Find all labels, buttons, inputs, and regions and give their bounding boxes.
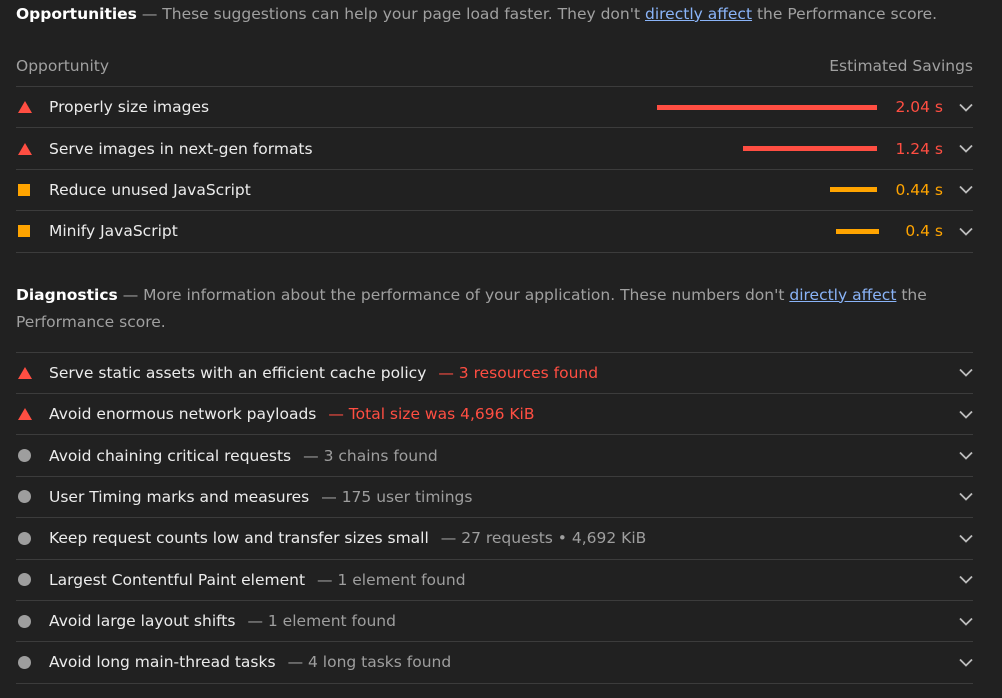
opportunities-list: Properly size images 2.04 s Serve images i… [16,87,973,253]
warning-triangle-icon [16,142,49,155]
opportunity-savings-group: 0.44 s [830,181,973,199]
lighthouse-performance-panel: Opportunities — These suggestions can he… [16,0,973,684]
orange-square-icon [16,183,49,196]
diagnostic-detail: — Total size was 4,696 KiB [328,405,535,424]
diagnostic-detail: — 27 requests • 4,692 KiB [440,529,647,548]
diagnostics-title: Diagnostics [16,285,118,304]
opportunities-section: Opportunities — These suggestions can he… [16,0,973,253]
diagnostic-expand-group [943,575,973,584]
diagnostic-label: Avoid enormous network payloads [49,405,317,424]
opportunities-table-header: Opportunity Estimated Savings [16,48,973,87]
chevron-down-icon[interactable] [943,144,973,153]
chevron-down-icon[interactable] [943,185,973,195]
diagnostic-row[interactable]: Serve static assets with an efficient ca… [16,353,973,394]
diagnostic-label: Avoid large layout shifts [49,612,236,631]
chevron-down-icon[interactable] [943,575,973,584]
chevron-down-icon[interactable] [943,534,973,543]
diagnostic-label: Avoid chaining critical requests [49,446,292,465]
diagnostic-detail: — 3 chains found [303,446,438,465]
diagnostic-row[interactable]: Avoid long main-thread tasks — 4 long tas… [16,642,973,684]
opportunity-row[interactable]: Serve images in next-gen formats 1.24 s [16,128,973,170]
gray-circle-icon [16,573,49,587]
diagnostics-section: Diagnostics — More information about the… [16,282,973,684]
opportunities-desc-tail: the Performance score. [752,5,938,23]
opportunity-row[interactable]: Minify JavaScript 0.4 s [16,211,973,253]
savings-value: 2.04 s [895,98,943,117]
opportunity-label: Minify JavaScript [49,222,178,241]
diagnostic-detail: — 1 element found [317,570,466,589]
opportunity-label: Reduce unused JavaScript [49,180,251,199]
diagnostic-expand-group [943,410,973,419]
savings-bar [657,104,878,110]
opportunities-description: Opportunities — These suggestions can he… [16,0,973,28]
diagnostic-expand-group [943,658,973,667]
savings-value: 0.4 s [905,222,943,241]
warning-triangle-icon [16,408,49,421]
gray-circle-icon [16,614,49,628]
chevron-down-icon[interactable] [943,410,973,419]
savings-value: 0.44 s [895,180,943,199]
opportunity-savings-group: 1.24 s [743,140,973,158]
warning-triangle-icon [16,101,49,114]
diagnostic-expand-group [943,617,973,626]
orange-square-icon [16,225,49,238]
diagnostic-row[interactable]: User Timing marks and measures — 175 user… [16,477,973,519]
chevron-down-icon[interactable] [943,451,973,460]
chevron-down-icon[interactable] [943,103,973,112]
diagnostic-expand-group [943,492,973,502]
diagnostic-detail: — 1 element found [247,612,396,631]
chevron-down-icon[interactable] [943,617,973,626]
diagnostic-expand-group [943,534,973,543]
opportunity-label: Serve images in next-gen formats [49,139,313,158]
diagnostics-description: Diagnostics — More information about the… [16,282,973,353]
chevron-down-icon[interactable] [943,658,973,667]
savings-bar [743,146,878,152]
diagnostic-label: User Timing marks and measures [49,487,310,506]
gray-circle-icon [16,490,49,504]
chevron-down-icon[interactable] [943,368,973,378]
opportunity-column-header: Opportunity [16,56,110,75]
opportunity-savings-group: 2.04 s [657,98,973,116]
diagnostic-detail: — 4 long tasks found [287,653,452,672]
warning-triangle-icon [16,366,49,379]
chevron-down-icon[interactable] [943,492,973,502]
diagnostic-expand-group [943,451,973,460]
diagnostic-label: Largest Contentful Paint element [49,570,306,589]
savings-value: 1.24 s [895,139,943,158]
opportunity-row[interactable]: Properly size images 2.04 s [16,87,973,129]
diagnostic-label: Keep request counts low and transfer siz… [49,529,429,548]
opportunity-row[interactable]: Reduce unused JavaScript 0.44 s [16,170,973,212]
gray-circle-icon [16,531,49,545]
estimated-savings-column-header: Estimated Savings [829,56,973,75]
chevron-down-icon[interactable] [943,227,973,236]
diagnostic-row[interactable]: Avoid enormous network payloads — Total s… [16,394,973,436]
directly-affect-link[interactable]: directly affect [645,5,752,23]
savings-bar [830,187,878,193]
directly-affect-link[interactable]: directly affect [789,286,896,304]
opportunities-title: Opportunities [16,5,137,23]
gray-circle-icon [16,449,49,463]
diagnostics-desc-text: — More information about the performance… [117,285,790,304]
diagnostic-row[interactable]: Largest Contentful Paint element — 1 elem… [16,560,973,601]
opportunity-label: Properly size images [49,98,210,117]
diagnostic-expand-group [943,368,973,378]
diagnostic-label: Serve static assets with an efficient ca… [49,363,427,382]
diagnostic-row[interactable]: Keep request counts low and transfer siz… [16,518,973,560]
diagnostic-row[interactable]: Avoid large layout shifts — 1 element fou… [16,601,973,643]
savings-bar [836,228,879,234]
diagnostic-detail: — 3 resources found [438,363,599,382]
diagnostic-detail: — 175 user timings [321,487,473,506]
diagnostic-row[interactable]: Avoid chaining critical requests — 3 chai… [16,435,973,477]
gray-circle-icon [16,655,49,669]
opportunity-savings-group: 0.4 s [836,222,973,240]
diagnostics-list: Serve static assets with an efficient ca… [16,353,973,684]
opportunities-desc-text: — These suggestions can help your page l… [136,5,645,23]
diagnostic-label: Avoid long main-thread tasks [49,653,276,672]
